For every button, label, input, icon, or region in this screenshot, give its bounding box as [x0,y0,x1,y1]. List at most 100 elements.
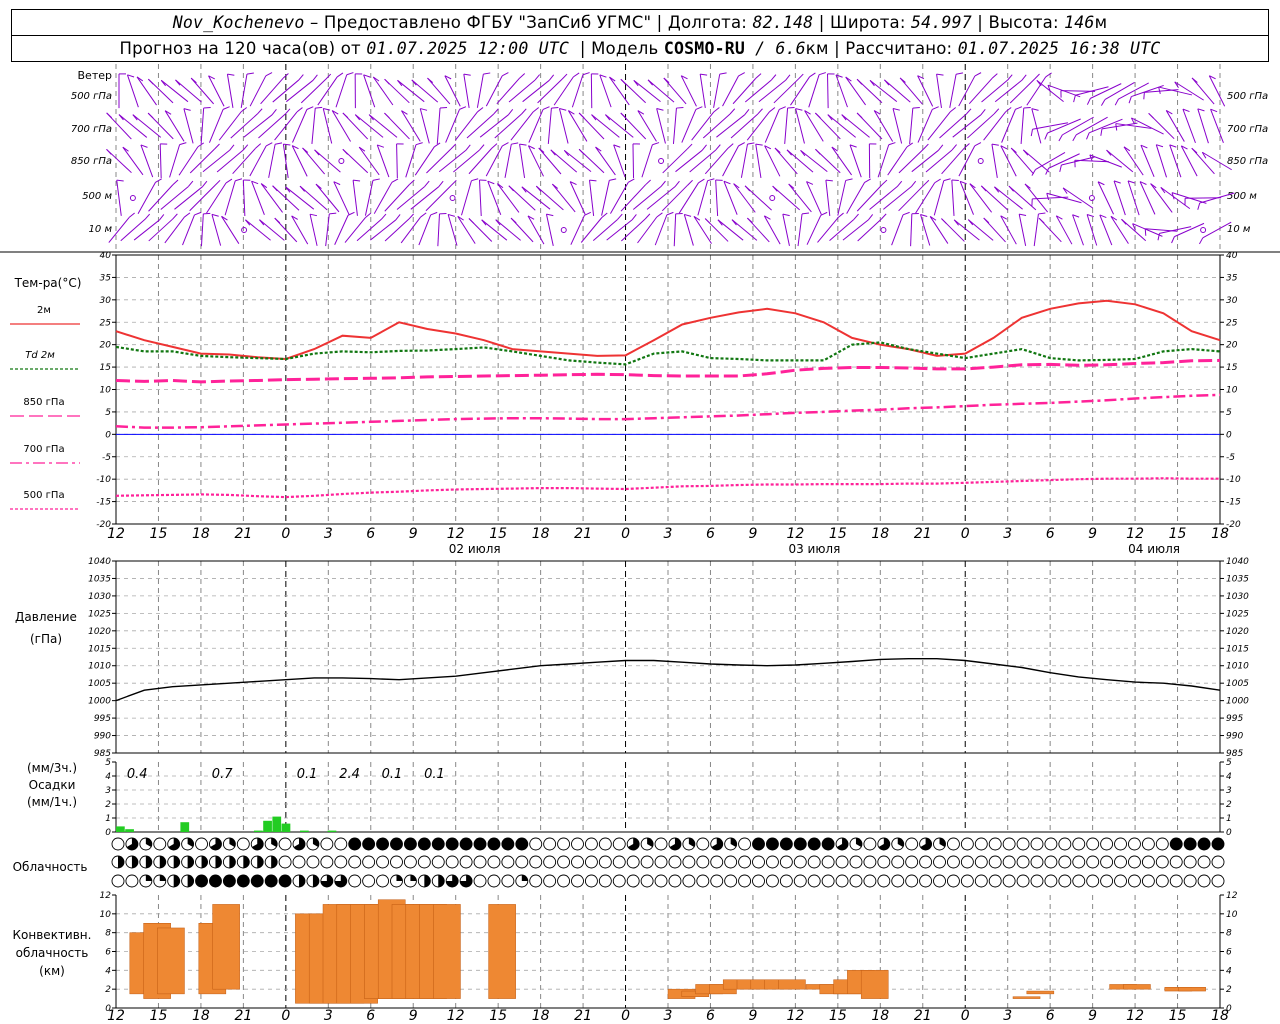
cloudiness-circle [919,855,933,869]
wind-barb-staff [842,219,869,241]
wind-barb-staff [646,186,676,210]
wind-barb-feather [188,180,194,187]
wind-barb-feather [892,108,900,111]
wind-barb-staff [331,110,351,142]
wind-barb-feather [240,107,248,113]
cloudiness-circle [320,855,334,869]
wind-barb-staff [189,184,216,212]
precip-tick-label-right: 0 [1226,828,1232,838]
temperature-tick-label-left: 25 [100,318,112,328]
cloudiness-circle [1155,837,1169,851]
cloudiness-circle [348,874,362,888]
wind-barb-feather [312,74,318,81]
wind-barb-feather [508,185,514,192]
wind-barb-staff [410,186,440,210]
wind-barb-staff [846,182,866,214]
time-tick-label: 0 [281,526,290,542]
wind-barb-feather [951,144,957,151]
wind-barb-staff [716,114,745,138]
wind-barb-feather [1198,237,1204,245]
wind-barb-feather [686,143,693,150]
wind-barb-staff [302,147,326,175]
wind-barb-feather [346,72,354,76]
time-tick-label: 15 [150,526,168,542]
cloudiness-fill [209,875,222,887]
temperature-tick-label-right: -15 [1226,498,1241,508]
wind-barb-staff [920,214,931,246]
precip-tick-label-left: 2 [105,800,111,810]
convective-time-tick-label: 12 [107,1008,125,1024]
wind-barb-feather [329,212,337,215]
convective-time-tick-label: 9 [409,1008,418,1024]
wind-level-label-right: 850 гПа [1227,156,1268,167]
date-label: 02 июля [449,542,501,556]
wind-barb-staff [550,149,578,173]
cloudiness-circle [1197,855,1211,869]
wind-barb-staff [468,147,493,175]
precip-tick-label-right: 5 [1226,758,1232,768]
wind-barb-feather [727,143,734,149]
wind-barb-staff [364,180,374,216]
wind-barb-feather [647,79,654,86]
cloudiness-circle [557,874,571,888]
wind-barb-feather [1114,98,1119,106]
wind-barb-staff [613,144,626,178]
wind-barb-staff [463,74,470,108]
convective-bar [1178,987,1206,992]
cloudiness-fill [312,875,319,887]
wind-barb-feather [684,213,692,217]
wind-barb-staff [563,149,592,173]
cloudiness-circle [403,855,417,869]
wind-barb-staff [841,114,870,138]
pressure-tick-label-left: 1010 [88,662,111,672]
cloudiness-fill [173,875,180,887]
pressure-tick-label-left: 1005 [88,679,111,689]
wind-barb-feather [578,148,585,155]
pressure-tick-label-left: 1020 [88,627,111,637]
convective-bar [212,904,240,990]
wind-barb-staff [455,111,478,141]
wind-barb-feather [519,143,527,146]
wind-barb-feather [755,73,762,79]
cloudiness-fill [243,856,250,868]
cloudiness-circle [1183,855,1197,869]
wind-barb-feather [159,214,165,221]
cloudiness-circle [529,855,543,869]
wind-barb-feather [1030,129,1033,137]
wind-barb-staff [226,74,234,108]
temperature-tick-label-left: 0 [105,430,111,440]
wind-barb-staff [637,110,657,142]
convective-time-tick-label: 18 [1211,1008,1229,1024]
cloudiness-fill [822,838,835,850]
precip-bar [327,830,337,832]
wind-barb-feather [1128,96,1132,104]
cloudiness-fill [438,875,445,888]
wind-barb-feather [1086,132,1090,140]
cloudiness-circle [571,855,584,869]
wind-barb-feather [644,213,651,220]
precip-tick-label-left: 5 [105,758,111,768]
pressure-tick-label-left: 1025 [88,609,111,619]
wind-barb-staff [547,108,552,144]
wind-barb-feather [265,142,273,147]
temperature-panel-label: Тем-ра(°C) [14,276,82,290]
wind-barb-feather [1007,74,1013,81]
wind-panel-label: Ветер [78,69,112,82]
wind-barb-staff [136,76,157,106]
wind-barb-staff [713,74,721,108]
cloudiness-circle [1002,855,1016,869]
cloudiness-circle [598,837,612,851]
cloudiness-circle [1114,855,1127,869]
wind-barb-feather [738,72,745,77]
wind-barb-feather [779,106,786,110]
wind-barb-staff [317,76,338,106]
temperature-tick-label-right: -5 [1226,453,1235,463]
wind-barb-staff [732,77,757,105]
cloudiness-fill [131,856,138,868]
wind-barb-staff [322,108,333,144]
convective-tick-label-right: 6 [1226,948,1232,958]
convective-time-tick-label: 3 [664,1008,673,1024]
precip-tick-label-right: 1 [1226,814,1232,824]
cloudiness-fill [279,875,292,887]
date-label: 04 июля [1128,542,1180,556]
